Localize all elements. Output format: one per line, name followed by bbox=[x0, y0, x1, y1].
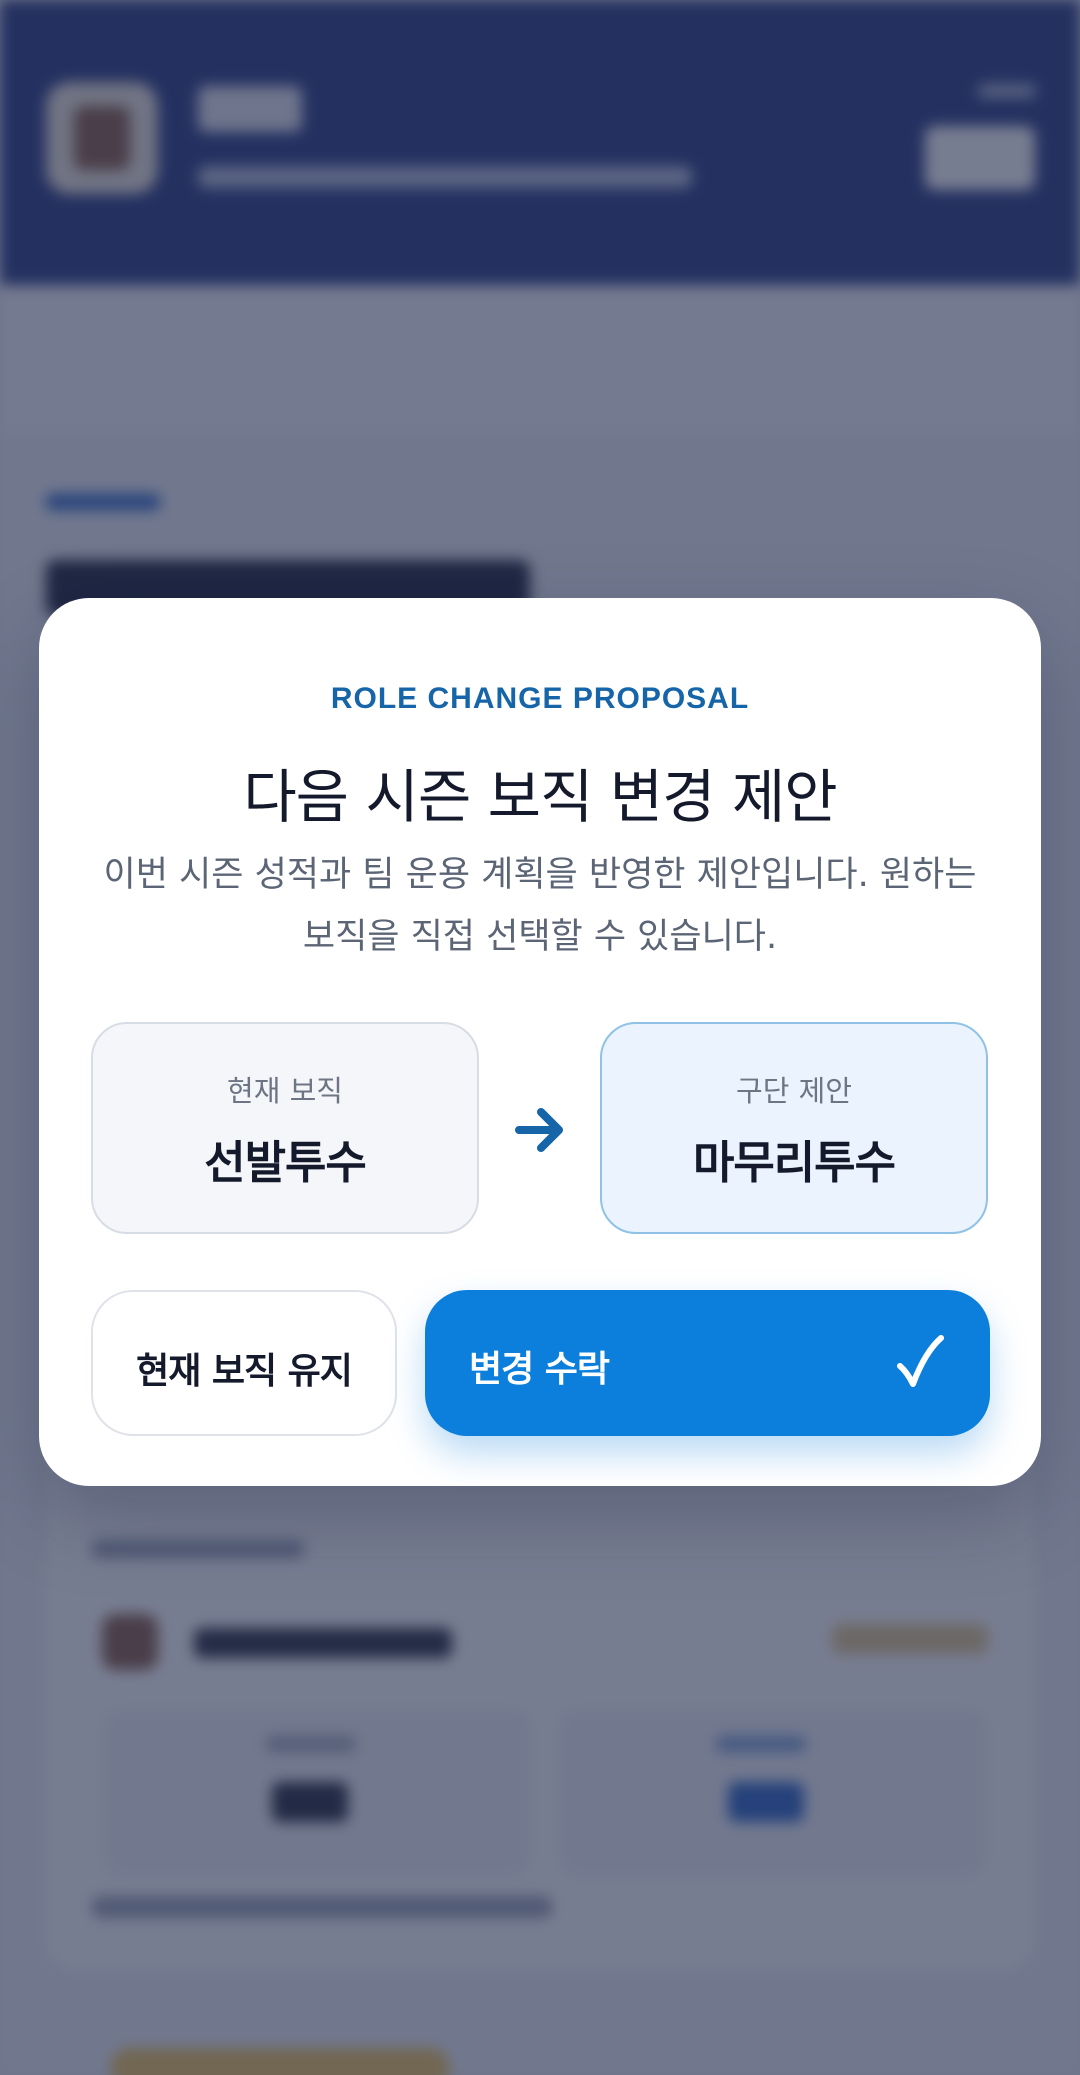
proposed-role-label: 구단 제안 bbox=[736, 1074, 852, 1108]
dialog-eyebrow: ROLE CHANGE PROPOSAL bbox=[330, 682, 750, 715]
proposed-role-value: 마무리투수 bbox=[692, 1136, 896, 1189]
proposed-role-card: 구단 제안 마무리투수 bbox=[600, 1022, 988, 1234]
accept-change-label: 변경 수락 bbox=[469, 1349, 610, 1390]
role-change-dialog: ROLE CHANGE PROPOSAL 다음 시즌 보직 변경 제안 이번 시… bbox=[39, 598, 1041, 1486]
dialog-description: 이번 시즌 성적과 팀 운용 계획을 반영한 제안입니다. 원하는 보직을 직접… bbox=[103, 855, 977, 957]
accept-change-button[interactable]: 변경 수락 bbox=[425, 1290, 990, 1436]
current-role-value: 선발투수 bbox=[204, 1136, 367, 1189]
dialog-title: 다음 시즌 보직 변경 제안 bbox=[243, 763, 837, 831]
keep-role-button[interactable]: 현재 보직 유지 bbox=[91, 1290, 397, 1436]
arrow-right-icon bbox=[515, 1108, 563, 1152]
current-role-label: 현재 보직 bbox=[227, 1074, 343, 1108]
current-role-card: 현재 보직 선발투수 bbox=[91, 1022, 479, 1234]
checkmark-icon bbox=[897, 1335, 944, 1387]
keep-role-label: 현재 보직 유지 bbox=[136, 1351, 353, 1392]
